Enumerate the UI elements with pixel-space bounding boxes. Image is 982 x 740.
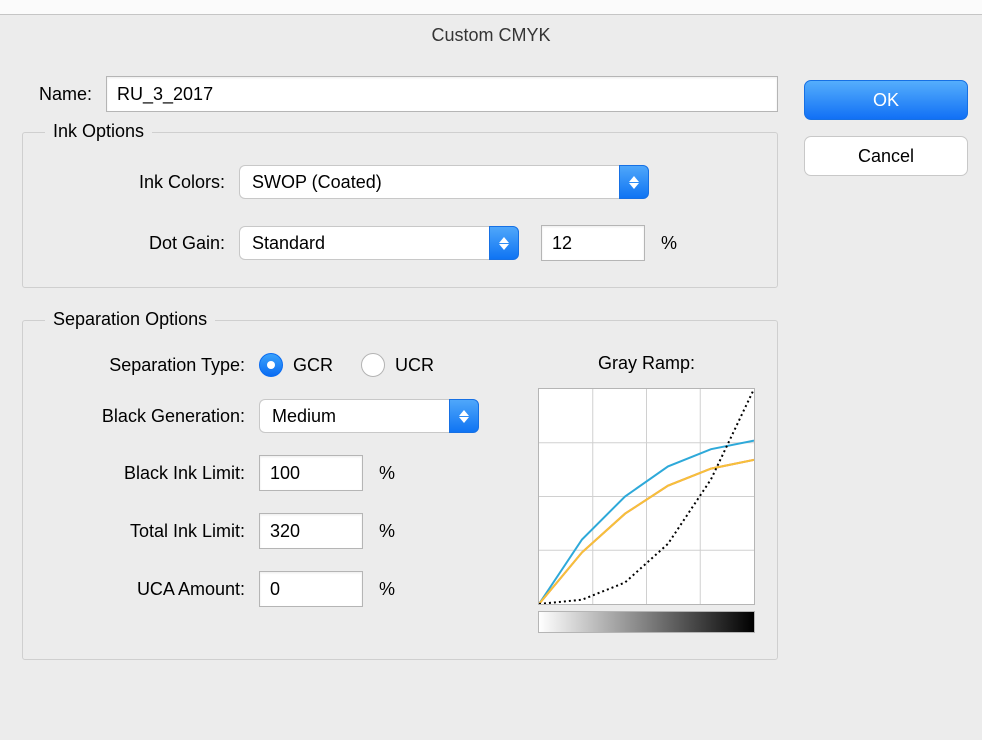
- percent-label: %: [379, 463, 395, 484]
- dialog-content: Name: Ink Options Ink Colors: SWOP (Coat…: [0, 56, 982, 680]
- uca-amount-row: UCA Amount: %: [45, 571, 510, 607]
- gray-ramp-gradient: [538, 611, 755, 633]
- separation-type-label: Separation Type:: [45, 355, 245, 376]
- ucr-radio[interactable]: [361, 353, 385, 377]
- separation-type-row: Separation Type: GCR UCR: [45, 353, 510, 377]
- total-ink-limit-input[interactable]: [259, 513, 363, 549]
- cancel-button-label: Cancel: [858, 146, 914, 167]
- black-generation-label: Black Generation:: [45, 406, 245, 427]
- gcr-label: GCR: [293, 355, 333, 376]
- ink-options-legend: Ink Options: [45, 121, 152, 142]
- dot-gain-value-input[interactable]: [541, 225, 645, 261]
- dialog-left-column: Name: Ink Options Ink Colors: SWOP (Coat…: [22, 76, 778, 660]
- chevron-updown-icon: [489, 226, 519, 260]
- dot-gain-row: Dot Gain: Standard %: [45, 225, 755, 261]
- separation-options-fieldset: Separation Options Separation Type: GCR …: [22, 320, 778, 660]
- black-ink-limit-row: Black Ink Limit: %: [45, 455, 510, 491]
- ink-colors-value: SWOP (Coated): [239, 165, 619, 199]
- black-generation-row: Black Generation: Medium: [45, 399, 510, 433]
- ink-options-fieldset: Ink Options Ink Colors: SWOP (Coated) Do…: [22, 132, 778, 288]
- dot-gain-type: Standard: [239, 226, 489, 260]
- gray-ramp-column: Gray Ramp:: [538, 353, 755, 633]
- uca-amount-label: UCA Amount:: [45, 579, 245, 600]
- dialog-title: Custom CMYK: [431, 25, 550, 45]
- chevron-updown-icon: [619, 165, 649, 199]
- ink-colors-row: Ink Colors: SWOP (Coated): [45, 165, 755, 199]
- dialog-titlebar: Custom CMYK: [0, 15, 982, 56]
- background-window-strip: [0, 0, 982, 15]
- gcr-radio[interactable]: [259, 353, 283, 377]
- dot-gain-label: Dot Gain:: [45, 233, 225, 254]
- percent-label: %: [379, 579, 395, 600]
- name-label: Name:: [22, 84, 92, 105]
- ok-button-label: OK: [873, 90, 899, 111]
- ok-button[interactable]: OK: [804, 80, 968, 120]
- cancel-button[interactable]: Cancel: [804, 136, 968, 176]
- percent-label: %: [379, 521, 395, 542]
- black-ink-limit-label: Black Ink Limit:: [45, 463, 245, 484]
- name-row: Name:: [22, 76, 778, 112]
- total-ink-limit-label: Total Ink Limit:: [45, 521, 245, 542]
- ucr-label: UCR: [395, 355, 434, 376]
- gray-ramp-label: Gray Ramp:: [538, 353, 755, 374]
- ink-colors-select[interactable]: SWOP (Coated): [239, 165, 649, 199]
- uca-amount-input[interactable]: [259, 571, 363, 607]
- chevron-updown-icon: [449, 399, 479, 433]
- black-ink-limit-input[interactable]: [259, 455, 363, 491]
- total-ink-limit-row: Total Ink Limit: %: [45, 513, 510, 549]
- separation-options-legend: Separation Options: [45, 309, 215, 330]
- ink-colors-label: Ink Colors:: [45, 172, 225, 193]
- dialog-right-buttons: OK Cancel: [804, 80, 968, 660]
- dot-gain-select[interactable]: Standard: [239, 226, 519, 260]
- gray-ramp-chart: [538, 388, 755, 605]
- percent-label: %: [661, 233, 677, 254]
- black-generation-value: Medium: [259, 399, 449, 433]
- name-input[interactable]: [106, 76, 778, 112]
- black-generation-select[interactable]: Medium: [259, 399, 479, 433]
- dialog-window: Custom CMYK Name: Ink Options Ink Colors…: [0, 0, 982, 740]
